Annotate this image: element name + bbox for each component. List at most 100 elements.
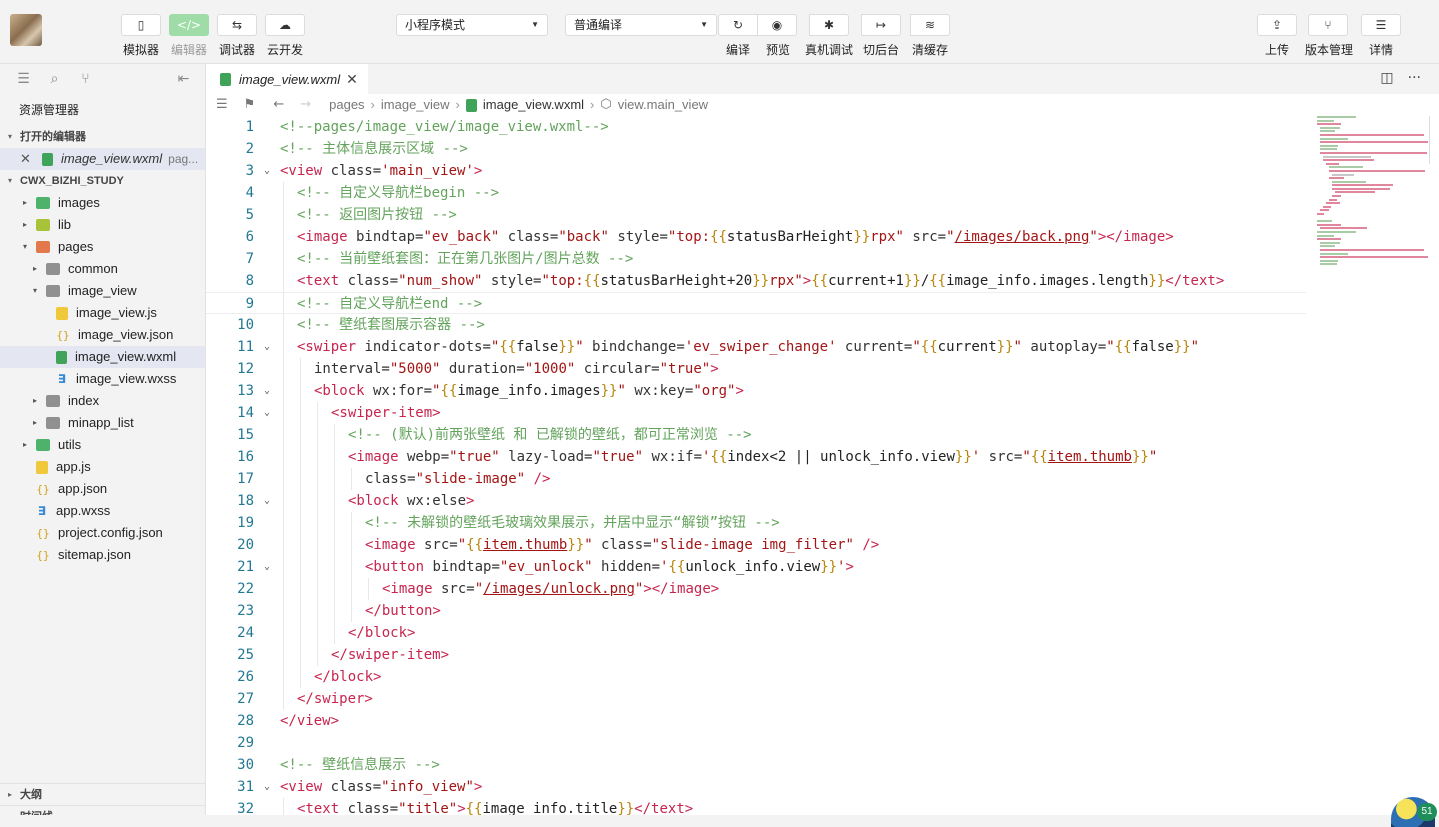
code-line[interactable]: 16 <image webp="true" lazy-load="true" wx… <box>206 446 1306 468</box>
code-line[interactable]: 22 <image src="/images/unlock.png"></imag… <box>206 578 1306 600</box>
chevron-down-icon[interactable]: ▾ <box>30 280 40 302</box>
code-line[interactable]: 25 </swiper-item> <box>206 644 1306 666</box>
close-icon[interactable]: ✕ <box>346 71 358 88</box>
chevron-right-icon[interactable]: ▸ <box>20 434 30 456</box>
code-line[interactable]: 4 <!-- 自定义导航栏begin --> <box>206 182 1306 204</box>
bug-icon[interactable]: ✱ <box>809 14 849 36</box>
switch-icon[interactable]: ↦ <box>861 14 901 36</box>
code-line[interactable]: 24 </block> <box>206 622 1306 644</box>
bookmark-icon[interactable]: ⚑ <box>244 94 256 116</box>
fold-chevron-icon[interactable]: ⌄ <box>261 336 273 358</box>
back-arrow-icon[interactable]: ← <box>273 94 284 116</box>
code-line[interactable]: 23 </button> <box>206 600 1306 622</box>
code-line[interactable]: 10 <!-- 壁纸套图展示容器 --> <box>206 314 1306 336</box>
debugger-button[interactable]: ⇆ 调试器 <box>217 14 257 58</box>
simulator-button[interactable]: ▯ 模拟器 <box>121 14 161 58</box>
tab-image-view-wxml[interactable]: image_view.wxml ✕ <box>206 64 368 94</box>
project-header[interactable]: ▾ CWX_BIZHI_STUDY <box>0 170 205 192</box>
tree-item[interactable]: image_view.js <box>0 302 205 324</box>
eye-icon[interactable]: ◉ <box>757 14 797 36</box>
tree-item[interactable]: ▾ image_view <box>0 280 205 302</box>
upload-button[interactable]: ⇪ 上传 <box>1257 14 1297 58</box>
tree-item[interactable]: app.js <box>0 456 205 478</box>
list-icon[interactable]: ☰ <box>216 94 228 116</box>
code-line[interactable]: 17 class="slide-image" /> <box>206 468 1306 490</box>
code-line[interactable]: 30 <!-- 壁纸信息展示 --> <box>206 754 1306 776</box>
source-control-icon[interactable]: ⑂ <box>70 71 101 87</box>
notification-count-badge[interactable]: 51 <box>1417 803 1437 821</box>
code-line[interactable]: 14 ⌄ <swiper-item> <box>206 402 1306 424</box>
split-editor-icon[interactable]: ◫ <box>1380 70 1393 86</box>
tree-item[interactable]: ∃ image_view.wxss <box>0 368 205 390</box>
code-line[interactable]: 31 ⌄ <view class="info_view"> <box>206 776 1306 798</box>
chevron-right-icon[interactable]: ▸ <box>30 412 40 434</box>
code-line[interactable]: 6 <image bindtap="ev_back" class="back" s… <box>206 226 1306 248</box>
tree-item[interactable]: {} image_view.json <box>0 324 205 346</box>
chevron-down-icon[interactable]: ▾ <box>20 236 30 258</box>
code-line[interactable]: 27 </swiper> <box>206 688 1306 710</box>
collapse-panel-icon[interactable]: ⇤ <box>168 71 199 87</box>
close-icon[interactable]: ✕ <box>20 148 36 170</box>
editor-button[interactable]: </> 编辑器 <box>169 14 209 58</box>
code-line[interactable]: 28 </view> <box>206 710 1306 732</box>
code-line[interactable]: 1 <!--pages/image_view/image_view.wxml--> <box>206 116 1306 138</box>
code-line[interactable]: 7 <!-- 当前壁纸套图：正在第几张图片/图片总数 --> <box>206 248 1306 270</box>
compile-label[interactable]: 编译 <box>726 41 750 58</box>
code-line[interactable]: 15 <!-- (默认)前两张壁纸 和 已解锁的壁纸，都可正常浏览 --> <box>206 424 1306 446</box>
scrollbar[interactable] <box>1429 116 1439 164</box>
code-line[interactable]: 2 <!-- 主体信息展示区域 --> <box>206 138 1306 160</box>
code-line[interactable]: 3 ⌄ <view class='main_view'> <box>206 160 1306 182</box>
version-button[interactable]: ⑂ 版本管理 <box>1305 14 1353 58</box>
fold-chevron-icon[interactable]: ⌄ <box>261 380 273 402</box>
compile-select[interactable]: 普通编译 ▼ <box>565 14 717 36</box>
fold-chevron-icon[interactable]: ⌄ <box>261 160 273 182</box>
list-icon[interactable]: ☰ <box>8 71 39 87</box>
tree-item[interactable]: ▸ index <box>0 390 205 412</box>
fold-chevron-icon[interactable]: ⌄ <box>261 776 273 798</box>
tree-item[interactable]: ▸ common <box>0 258 205 280</box>
layers-icon[interactable]: ≋ <box>910 14 950 36</box>
code-line[interactable]: 20 <image src="{{item.thumb}}" class="sli… <box>206 534 1306 556</box>
breadcrumb-item[interactable]: view.main_view <box>618 94 708 116</box>
more-actions-icon[interactable]: ··· <box>1408 70 1421 86</box>
preview-label[interactable]: 预览 <box>766 41 790 58</box>
breadcrumb-item[interactable]: image_view <box>381 94 450 116</box>
tree-item[interactable]: image_view.wxml <box>0 346 205 368</box>
details-button[interactable]: ☰ 详情 <box>1361 14 1401 58</box>
open-editors-header[interactable]: ▾ 打开的编辑器 <box>0 126 205 148</box>
clear-cache-label[interactable]: 清缓存 <box>912 41 948 58</box>
breadcrumb-item[interactable]: pages <box>329 94 364 116</box>
refresh-icon[interactable]: ↻ <box>718 14 758 36</box>
tree-item[interactable]: {} sitemap.json <box>0 544 205 566</box>
background-label[interactable]: 切后台 <box>863 41 899 58</box>
code-line[interactable]: 29 <box>206 732 1306 754</box>
fold-chevron-icon[interactable]: ⌄ <box>261 402 273 424</box>
open-editor-item[interactable]: ✕ image_view.wxml pag... <box>0 148 205 170</box>
code-line[interactable]: 5 <!-- 返回图片按钮 --> <box>206 204 1306 226</box>
code-line[interactable]: 18 ⌄ <block wx:else> <box>206 490 1306 512</box>
tree-item[interactable]: ∃ app.wxss <box>0 500 205 522</box>
breadcrumb-item[interactable]: image_view.wxml <box>483 94 584 116</box>
tree-item[interactable]: ▾ pages <box>0 236 205 258</box>
tree-item[interactable]: ▸ minapp_list <box>0 412 205 434</box>
code-line[interactable]: 9 <!-- 自定义导航栏end --> <box>206 292 1306 314</box>
tree-item[interactable]: ▸ lib <box>0 214 205 236</box>
search-icon[interactable]: ⌕ <box>39 71 70 87</box>
real-device-debug-label[interactable]: 真机调试 <box>805 41 853 58</box>
forward-arrow-icon[interactable]: → <box>300 94 311 116</box>
minimap[interactable] <box>1317 116 1429 266</box>
tree-item[interactable]: {} app.json <box>0 478 205 500</box>
code-line[interactable]: 11 ⌄ <swiper indicator-dots="{{false}}" bi… <box>206 336 1306 358</box>
code-line[interactable]: 12 interval="5000" duration="1000" circul… <box>206 358 1306 380</box>
tree-item[interactable]: {} project.config.json <box>0 522 205 544</box>
avatar[interactable] <box>10 14 42 46</box>
code-line[interactable]: 8 <text class="num_show" style="top:{{sta… <box>206 270 1306 292</box>
code-line[interactable]: 19 <!-- 未解锁的壁纸毛玻璃效果展示，并居中显示“解锁”按钮 --> <box>206 512 1306 534</box>
outline-header[interactable]: ▸ 大纲 <box>0 783 205 805</box>
code-lines[interactable]: 1 <!--pages/image_view/image_view.wxml-->… <box>206 116 1306 820</box>
mode-select[interactable]: 小程序模式 ▼ <box>396 14 548 36</box>
chevron-right-icon[interactable]: ▸ <box>30 390 40 412</box>
code-line[interactable]: 26 </block> <box>206 666 1306 688</box>
chevron-right-icon[interactable]: ▸ <box>20 192 30 214</box>
tree-item[interactable]: ▸ utils <box>0 434 205 456</box>
